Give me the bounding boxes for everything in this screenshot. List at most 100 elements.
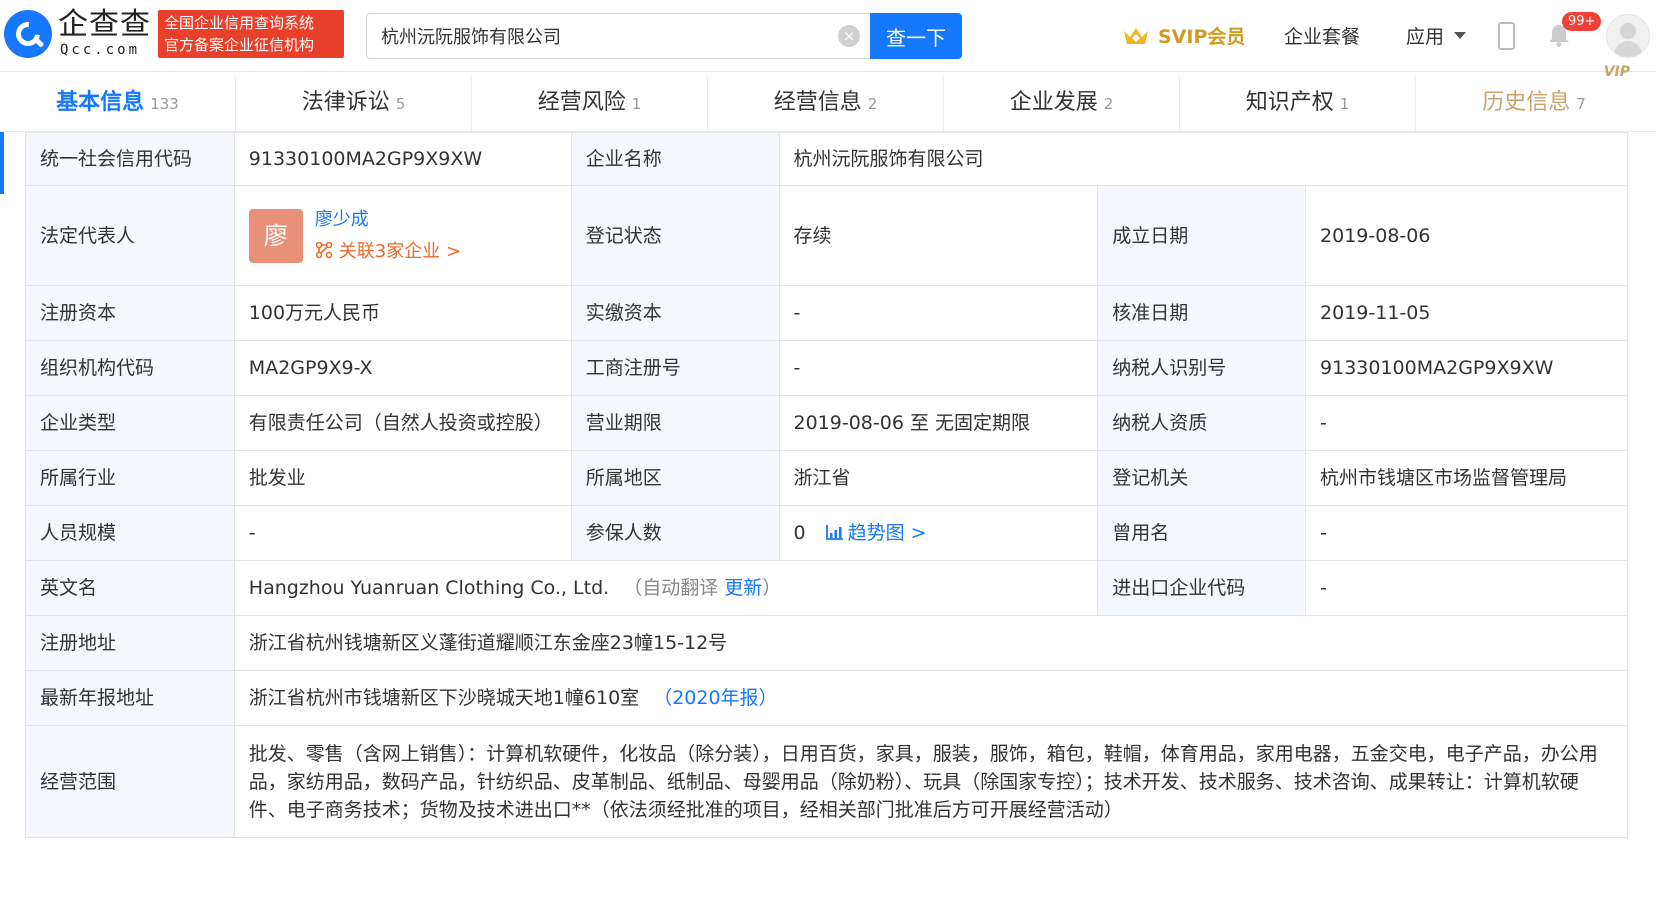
legal-rep-avatar[interactable]: 廖 xyxy=(248,208,303,263)
qcc-logo-icon[interactable] xyxy=(4,10,52,58)
search-button[interactable]: 查一下 xyxy=(870,13,962,59)
org-code: MA2GP9X9-X xyxy=(233,340,572,396)
auto-translate-prefix: （自动翻译 xyxy=(623,577,719,599)
label-english-name: 英文名 xyxy=(25,560,235,616)
tab-label: 历史信息 xyxy=(1482,90,1571,115)
annual-address-cell: 浙江省杭州市钱塘新区下沙晓城天地1幢610室 （2020年报） xyxy=(233,670,1629,726)
label-biz-reg-no: 工商注册号 xyxy=(570,340,780,396)
region: 浙江省 xyxy=(778,450,1099,506)
label-company-type: 企业类型 xyxy=(25,395,235,451)
trend-chart-link[interactable]: 趋势图 > xyxy=(825,522,927,544)
tab-label: 法律诉讼 xyxy=(301,90,390,115)
cert-line-1: 全国企业信用查询系统 xyxy=(164,14,315,32)
tab-business-info[interactable]: 经营信息 2 xyxy=(708,74,944,132)
english-name: Hangzhou Yuanruan Clothing Co., Ltd. xyxy=(248,577,610,599)
cert-line-2: 官方备案企业征信机构 xyxy=(164,36,315,54)
tab-history[interactable]: 历史信息 7 VIP xyxy=(1416,64,1652,132)
reg-address: 浙江省杭州钱塘新区义蓬街道耀顺江东金座23幢15-12号 xyxy=(233,615,1629,671)
search-input[interactable] xyxy=(366,13,870,59)
tab-label: 企业发展 xyxy=(1009,90,1098,115)
tab-count: 133 xyxy=(150,95,179,113)
label-reg-capital: 注册资本 xyxy=(25,285,235,341)
annual-address: 浙江省杭州市钱塘新区下沙晓城天地1幢610室 xyxy=(248,687,640,709)
label-legal-rep: 法定代表人 xyxy=(25,185,235,286)
label-annual-address: 最新年报地址 xyxy=(25,670,235,726)
approved-date: 2019-11-05 xyxy=(1305,285,1628,341)
reg-status: 存续 xyxy=(778,185,1099,286)
label-reg-address: 注册地址 xyxy=(25,615,235,671)
trend-chart-icon xyxy=(825,525,843,540)
logo-name[interactable]: 企查查 xyxy=(58,8,151,42)
label-company-name: 企业名称 xyxy=(570,132,780,186)
label-former-name: 曾用名 xyxy=(1097,505,1307,561)
logo-domain: Qcc.com xyxy=(60,42,141,58)
credit-code: 91330100MA2GP9X9XW xyxy=(233,132,572,186)
certification-badge: 全国企业信用查询系统 官方备案企业征信机构 xyxy=(158,10,344,58)
relation-icon xyxy=(315,241,333,258)
former-name: - xyxy=(1305,505,1628,561)
tab-count: 1 xyxy=(1339,95,1350,113)
import-export-code: - xyxy=(1305,560,1628,616)
tab-development[interactable]: 企业发展 2 xyxy=(944,74,1180,132)
table-row: 人员规模 - 参保人数 0 趋势图 > 曾用名 - xyxy=(25,505,1628,561)
annual-report-link[interactable]: （2020年报） xyxy=(653,687,777,709)
chevron-down-icon xyxy=(1454,32,1466,39)
auto-translate-suffix: ） xyxy=(762,577,782,599)
tab-count: 2 xyxy=(867,95,878,113)
business-term: 2019-08-06 至 无固定期限 xyxy=(778,395,1099,451)
table-row: 注册地址 浙江省杭州钱塘新区义蓬街道耀顺江东金座23幢15-12号 xyxy=(25,615,1629,671)
update-translation-link[interactable]: 更新 xyxy=(724,577,762,599)
tab-count: 1 xyxy=(631,95,642,113)
legal-rep-name-link[interactable]: 廖少成 xyxy=(315,204,461,236)
tab-label: 知识产权 xyxy=(1245,90,1334,115)
apps-menu[interactable]: 应用 xyxy=(1406,22,1444,49)
table-row: 最新年报地址 浙江省杭州市钱塘新区下沙晓城天地1幢610室 （2020年报） xyxy=(25,670,1629,726)
tab-basic-info[interactable]: 基本信息 133 xyxy=(0,74,236,132)
taxpayer-id: 91330100MA2GP9X9XW xyxy=(1305,340,1628,396)
label-org-code: 组织机构代码 xyxy=(25,340,235,396)
clear-icon[interactable]: × xyxy=(838,25,860,47)
vip-tag: VIP xyxy=(1603,64,1630,80)
tab-ip[interactable]: 知识产权 1 xyxy=(1180,74,1416,132)
label-region: 所属地区 xyxy=(570,450,780,506)
table-row: 法定代表人 廖 廖少成 关联3家企业 > 登记状态 存续 成立日期 2019-0… xyxy=(25,185,1628,286)
label-taxpayer-qual: 纳税人资质 xyxy=(1097,395,1307,451)
label-authority: 登记机关 xyxy=(1097,450,1307,506)
table-row: 所属行业 批发业 所属地区 浙江省 登记机关 杭州市钱塘区市场监督管理局 xyxy=(25,450,1628,506)
label-term: 营业期限 xyxy=(570,395,780,451)
notification-badge: 99+ xyxy=(1562,12,1602,31)
taxpayer-qual: - xyxy=(1305,395,1628,451)
svip-link[interactable]: SVIP会员 xyxy=(1158,22,1245,49)
tab-label: 经营风险 xyxy=(537,90,626,115)
related-companies-link[interactable]: 关联3家企业 > xyxy=(315,236,461,268)
reg-capital: 100万元人民币 xyxy=(233,285,572,341)
tab-business-risk[interactable]: 经营风险 1 xyxy=(472,74,708,132)
related-companies-text: 关联3家企业 > xyxy=(338,240,462,262)
founded-date: 2019-08-06 xyxy=(1305,185,1628,286)
label-business-scope: 经营范围 xyxy=(25,725,235,838)
label-founded: 成立日期 xyxy=(1097,185,1307,286)
mobile-icon[interactable] xyxy=(1498,22,1515,50)
label-taxpayer-id: 纳税人识别号 xyxy=(1097,340,1307,396)
top-header: 企查查 Qcc.com 全国企业信用查询系统 官方备案企业征信机构 × 查一下 … xyxy=(0,0,1656,72)
reg-authority: 杭州市钱塘区市场监督管理局 xyxy=(1305,450,1628,506)
company-name: 杭州沅阮服饰有限公司 xyxy=(778,132,1628,186)
label-staff: 人员规模 xyxy=(25,505,235,561)
label-credit-code: 统一社会信用代码 xyxy=(25,132,235,186)
enterprise-package-link[interactable]: 企业套餐 xyxy=(1284,22,1360,49)
label-approved: 核准日期 xyxy=(1097,285,1307,341)
tab-count: 5 xyxy=(395,95,406,113)
table-row: 注册资本 100万元人民币 实缴资本 - 核准日期 2019-11-05 xyxy=(25,285,1628,341)
user-avatar-icon[interactable] xyxy=(1606,14,1650,58)
insured-cell: 0 趋势图 > xyxy=(778,505,1099,561)
staff-size: - xyxy=(233,505,572,561)
section-tabs: 基本信息 133 法律诉讼 5 经营风险 1 经营信息 2 企业发展 2 知识产权 1 历史… xyxy=(0,64,1656,132)
tab-count: 2 xyxy=(1103,95,1114,113)
biz-reg-no: - xyxy=(778,340,1099,396)
english-name-cell: Hangzhou Yuanruan Clothing Co., Ltd. （自动… xyxy=(233,560,1099,616)
paid-capital: - xyxy=(778,285,1099,341)
business-scope: 批发、零售（含网上销售）：计算机软硬件，化妆品（除分装），日用百货，家具，服装，… xyxy=(233,725,1629,838)
tab-litigation[interactable]: 法律诉讼 5 xyxy=(236,74,472,132)
table-row: 经营范围 批发、零售（含网上销售）：计算机软硬件，化妆品（除分装），日用百货，家… xyxy=(25,725,1629,838)
crown-icon xyxy=(1124,28,1148,44)
